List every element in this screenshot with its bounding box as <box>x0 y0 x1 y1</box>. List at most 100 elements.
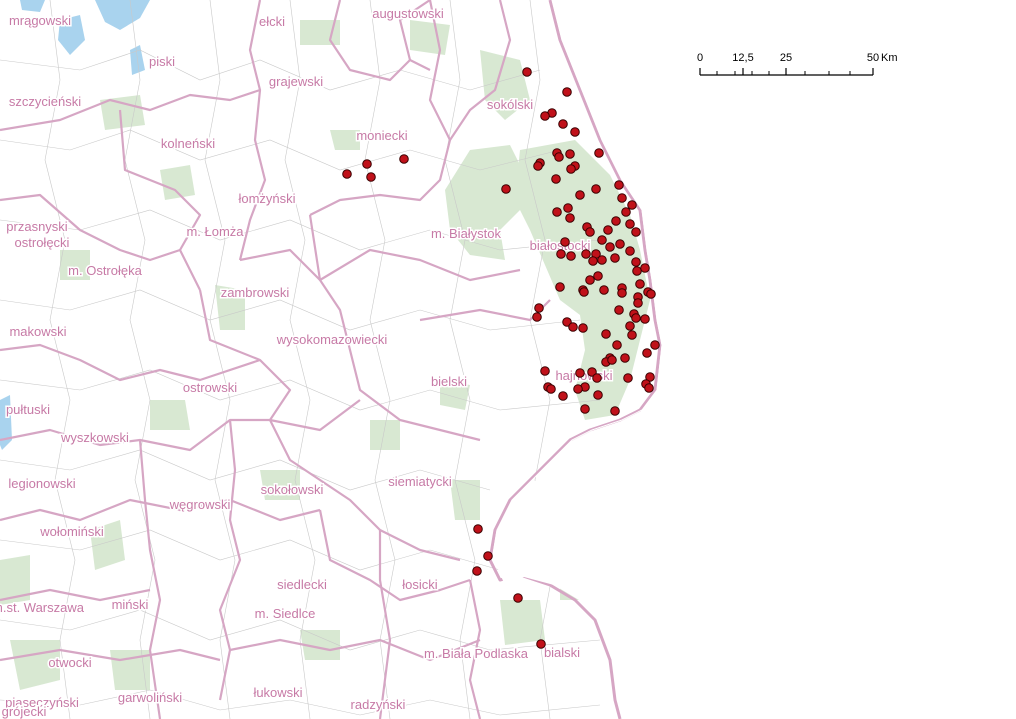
observation-point <box>473 524 483 534</box>
observation-point <box>625 321 635 331</box>
observation-point <box>610 406 620 416</box>
observation-point <box>585 227 595 237</box>
observation-point <box>631 257 641 267</box>
observation-point <box>563 203 573 213</box>
observation-point <box>575 190 585 200</box>
observation-point <box>620 353 630 363</box>
district-label: wysokomazowiecki <box>276 332 388 347</box>
observation-point <box>560 237 570 247</box>
district-label: zambrowski <box>221 285 290 300</box>
district-label: wyszkowski <box>60 430 129 445</box>
observation-point <box>615 239 625 249</box>
observation-point <box>399 154 409 164</box>
observation-point <box>607 355 617 365</box>
map-canvas: mrągowski ełcki augustowski piski grajewski s… <box>0 0 1016 719</box>
observation-point <box>578 323 588 333</box>
observation-point <box>593 390 603 400</box>
scale-tick-0: 0 <box>697 52 703 64</box>
observation-point <box>614 180 624 190</box>
district-label: pułtuski <box>6 402 50 417</box>
observation-point <box>534 303 544 313</box>
district-label: mrągowski <box>9 13 71 28</box>
observation-point <box>558 119 568 129</box>
observation-point <box>621 207 631 217</box>
district-label: ełcki <box>259 14 285 29</box>
observation-point <box>546 384 556 394</box>
observation-point <box>536 639 546 649</box>
scale-tick-12-5: 12,5 <box>732 52 753 64</box>
observation-point <box>617 288 627 298</box>
observation-point <box>575 368 585 378</box>
district-label: sokołowski <box>261 482 324 497</box>
observation-point <box>623 373 633 383</box>
district-label: m.st. Warszawa <box>0 600 85 615</box>
observation-point <box>597 255 607 265</box>
observation-point <box>554 152 564 162</box>
observation-point <box>610 253 620 263</box>
district-label: radzyński <box>351 697 406 712</box>
observation-point <box>573 384 583 394</box>
observation-point <box>580 404 590 414</box>
district-label: m. Łomża <box>186 224 244 239</box>
district-label: legionowski <box>8 476 75 491</box>
observation-point <box>627 200 637 210</box>
district-label: przasnyski <box>6 219 68 234</box>
observation-point <box>646 289 656 299</box>
observation-point <box>522 67 532 77</box>
observation-point <box>640 263 650 273</box>
observation-point <box>552 207 562 217</box>
district-label: makowski <box>9 324 66 339</box>
district-label: siedlecki <box>277 577 327 592</box>
scale-tick-25: 25 <box>780 52 792 64</box>
observation-point <box>593 271 603 281</box>
observation-point <box>540 366 550 376</box>
observation-point <box>565 213 575 223</box>
observation-point <box>570 127 580 137</box>
observation-point <box>588 256 598 266</box>
district-label: siemiatycki <box>388 474 452 489</box>
district-label: łosicki <box>402 577 438 592</box>
observation-point <box>540 111 550 121</box>
observation-point <box>591 184 601 194</box>
observation-point <box>605 242 615 252</box>
observation-point <box>362 159 372 169</box>
district-label: łukowski <box>253 685 302 700</box>
district-label: bialski <box>544 645 580 660</box>
observation-point <box>579 287 589 297</box>
observation-point <box>568 322 578 332</box>
observation-point <box>631 227 641 237</box>
observation-point <box>366 172 376 182</box>
observation-point <box>581 249 591 259</box>
district-label: piski <box>149 54 175 69</box>
observation-point <box>603 225 613 235</box>
district-label: m. Ostrołęka <box>68 263 142 278</box>
district-label: m. Biała Podlaska <box>424 646 529 661</box>
observation-point <box>556 249 566 259</box>
observation-point <box>513 593 523 603</box>
observation-point <box>566 164 576 174</box>
district-label: łomżyński <box>238 191 295 206</box>
observation-point <box>631 313 641 323</box>
observation-point <box>650 340 660 350</box>
observation-point <box>555 282 565 292</box>
observation-point <box>562 87 572 97</box>
district-label: m. Białystok <box>431 226 502 241</box>
observation-point <box>635 279 645 289</box>
observation-point <box>625 246 635 256</box>
observation-point <box>642 348 652 358</box>
district-label: m. Siedlce <box>255 606 316 621</box>
district-label: kolneński <box>161 136 215 151</box>
observation-point <box>585 275 595 285</box>
observation-point <box>611 216 621 226</box>
district-label: sokólski <box>487 97 533 112</box>
observation-point <box>614 305 624 315</box>
district-label: garwoliński <box>118 690 182 705</box>
observation-point <box>617 193 627 203</box>
scale-unit: Km <box>881 52 898 64</box>
observation-point <box>625 219 635 229</box>
observation-point <box>483 551 493 561</box>
district-label: grajewski <box>269 74 323 89</box>
observation-point <box>601 329 611 339</box>
observation-point <box>532 312 542 322</box>
observation-point <box>594 148 604 158</box>
